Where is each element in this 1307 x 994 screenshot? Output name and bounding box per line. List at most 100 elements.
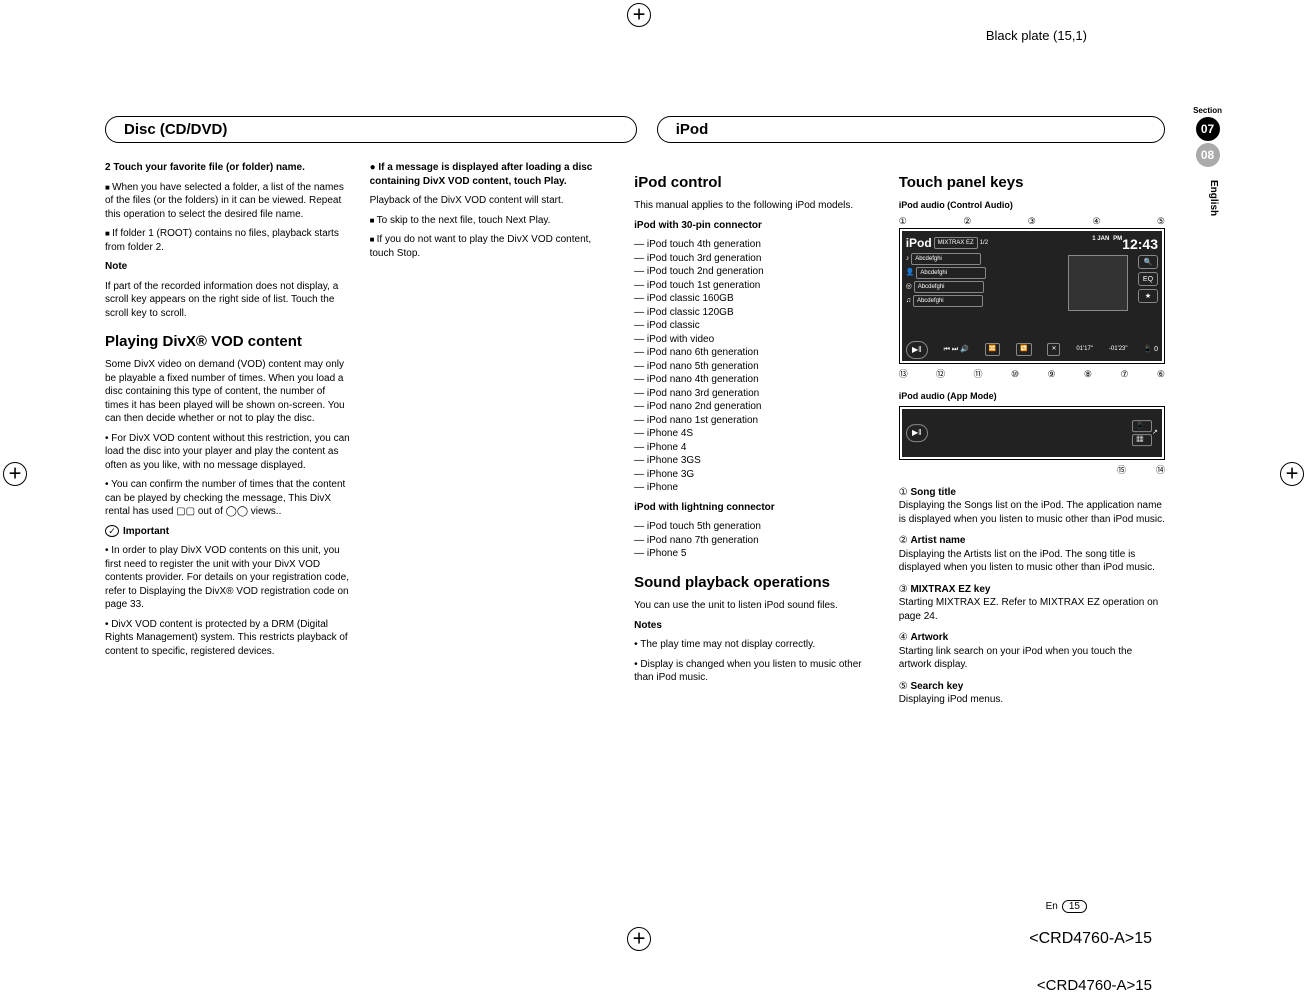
touch-item-title: Artist name [910, 535, 965, 546]
list-item: iPod nano 2nd generation [634, 400, 881, 414]
touch-item: ③ MIXTRAX EZ keyStarting MIXTRAX EZ. Ref… [899, 583, 1165, 624]
important-2: DivX VOD content is protected by a DRM (… [105, 618, 352, 659]
crop-mark-bottom [627, 927, 651, 951]
notes-label: Notes [634, 619, 881, 633]
touch-item-title: Song title [910, 487, 956, 498]
list-item: iPod nano 5th generation [634, 360, 881, 374]
list-item: iPod touch 5th generation [634, 520, 881, 534]
column-2: ● If a message is displayed after loadin… [370, 161, 617, 715]
list-item: iPod nano 6th generation [634, 346, 881, 360]
step2-title: 2 Touch your favorite file (or folder) n… [105, 161, 352, 175]
crop-mark-top [627, 3, 651, 27]
diagram-label-1: iPod audio (Control Audio) [899, 199, 1165, 211]
sound-playback-intro: You can use the unit to listen iPod soun… [634, 599, 881, 613]
touch-item-desc: Starting link search on your iPod when y… [899, 645, 1165, 672]
ipod-lightning-list: iPod touch 5th generationiPod nano 7th g… [634, 520, 881, 561]
callout: ⑦ [1120, 368, 1128, 380]
control-audio-diagram: 1 JAN PM12:43 iPodMIXTRAX EZ1/2 ♪Abcdefg… [899, 228, 1165, 364]
callouts-bottom: ⑬ ⑫ ⑪ ⑩ ⑨ ⑧ ⑦ ⑥ [899, 368, 1165, 380]
callout: ⑥ [1157, 368, 1165, 380]
header-ipod: iPod [657, 116, 1165, 143]
col2-b2: If you do not want to play the DivX VOD … [370, 233, 617, 260]
divx-bullet-2: You can confirm the number of times that… [105, 478, 352, 519]
ipod-control-intro: This manual applies to the following iPo… [634, 199, 881, 213]
screen-app-mode: ▶‖ 📱 🎛 ↗ [902, 409, 1162, 457]
callout: ⑫ [936, 368, 945, 380]
footer-en: En15 [1046, 900, 1087, 913]
language-tab: English [1208, 180, 1219, 216]
list-item: iPod classic 160GB [634, 292, 881, 306]
list-item: iPhone 4S [634, 427, 881, 441]
important-label: Important [123, 526, 169, 537]
list-item: iPod nano 3rd generation [634, 387, 881, 401]
app-mode-diagram: ▶‖ 📱 🎛 ↗ [899, 406, 1165, 460]
callout: ⑮ [1117, 464, 1126, 476]
list-item: iPod classic [634, 319, 881, 333]
black-plate-label: Black plate (15,1) [986, 28, 1087, 43]
callout: ④ [899, 632, 908, 643]
crop-mark-left [3, 462, 27, 486]
callout: ② [963, 215, 971, 227]
callout: ⑪ [974, 368, 983, 380]
callout: ③ [1028, 215, 1036, 227]
callout: ④ [1092, 215, 1100, 227]
notes-2: Display is changed when you listen to mu… [634, 658, 881, 685]
list-item: iPod touch 2nd generation [634, 265, 881, 279]
touch-item-desc: Displaying iPod menus. [899, 693, 1165, 707]
touch-panel-heading: Touch panel keys [899, 173, 1165, 193]
callout: ② [899, 535, 908, 546]
callout: ⑤ [899, 681, 908, 692]
section-num-07: 07 [1196, 117, 1220, 141]
col2-lead: ● If a message is displayed after loadin… [370, 161, 617, 188]
important-icon: ✓ [105, 525, 119, 537]
callout: ⑩ [1011, 368, 1019, 380]
callouts-top: ①②③④⑤ [899, 215, 1165, 227]
touch-item-desc: Displaying the Artists list on the iPod.… [899, 548, 1165, 575]
note-text: If part of the recorded information does… [105, 280, 352, 321]
column-4: Touch panel keys iPod audio (Control Aud… [899, 161, 1165, 715]
section-tab: Section 07 08 [1193, 106, 1222, 169]
touch-item: ④ Artwork Starting link search on your iP… [899, 631, 1165, 672]
divx-bullet-1: For DivX VOD content without this restri… [105, 432, 352, 473]
callout: ③ [899, 584, 908, 595]
section-num-08: 08 [1196, 143, 1220, 167]
touch-item-title: Search key [910, 681, 963, 692]
ipod-control-heading: iPod control [634, 173, 881, 193]
doc-code: <CRD4760-A>15 [1037, 977, 1152, 994]
callout: ① [899, 487, 908, 498]
callouts-app: ⑮⑭ [899, 464, 1165, 476]
touch-item-title: Artwork [910, 632, 948, 643]
callout: ⑭ [1156, 464, 1165, 476]
divx-intro: Some DivX video on demand (VOD) content … [105, 358, 352, 426]
touch-item: ② Artist name Displaying the Artists list… [899, 534, 1165, 575]
page-content: Disc (CD/DVD) iPod 2 Touch your favorite… [105, 116, 1165, 715]
list-item: iPod touch 1st generation [634, 279, 881, 293]
list-item: iPhone 4 [634, 441, 881, 455]
list-item: iPhone 3GS [634, 454, 881, 468]
list-item: iPhone 5 [634, 547, 881, 561]
doc-code-visible: <CRD4760-A>15 [1029, 930, 1152, 948]
list-item: iPhone 3G [634, 468, 881, 482]
list-item: iPod classic 120GB [634, 306, 881, 320]
list-item: iPod nano 4th generation [634, 373, 881, 387]
touch-item-desc: Starting MIXTRAX EZ. Refer to MIXTRAX EZ… [899, 596, 1165, 623]
callout: ⑧ [1084, 368, 1092, 380]
callout: ⑨ [1047, 368, 1055, 380]
callout: ⑬ [899, 368, 908, 380]
divx-heading: Playing DivX® VOD content [105, 332, 352, 352]
list-item: iPod nano 7th generation [634, 534, 881, 548]
list-item: iPod touch 3rd generation [634, 252, 881, 266]
list-item: iPod nano 1st generation [634, 414, 881, 428]
column-1: 2 Touch your favorite file (or folder) n… [105, 161, 352, 715]
screen-control-audio: 1 JAN PM12:43 iPodMIXTRAX EZ1/2 ♪Abcdefg… [902, 231, 1162, 361]
important-1: In order to play DivX VOD contents on th… [105, 544, 352, 612]
ipod-lightning-heading: iPod with lightning connector [634, 501, 881, 515]
header-disc: Disc (CD/DVD) [105, 116, 637, 143]
ipod-30pin-heading: iPod with 30-pin connector [634, 219, 881, 233]
callout: ① [899, 215, 907, 227]
touch-item: ⑤ Search keyDisplaying iPod menus. [899, 680, 1165, 707]
sound-playback-heading: Sound playback operations [634, 573, 881, 593]
diagram-label-2: iPod audio (App Mode) [899, 390, 1165, 402]
list-item: iPhone [634, 481, 881, 495]
touch-item-title: MIXTRAX EZ key [910, 584, 990, 595]
